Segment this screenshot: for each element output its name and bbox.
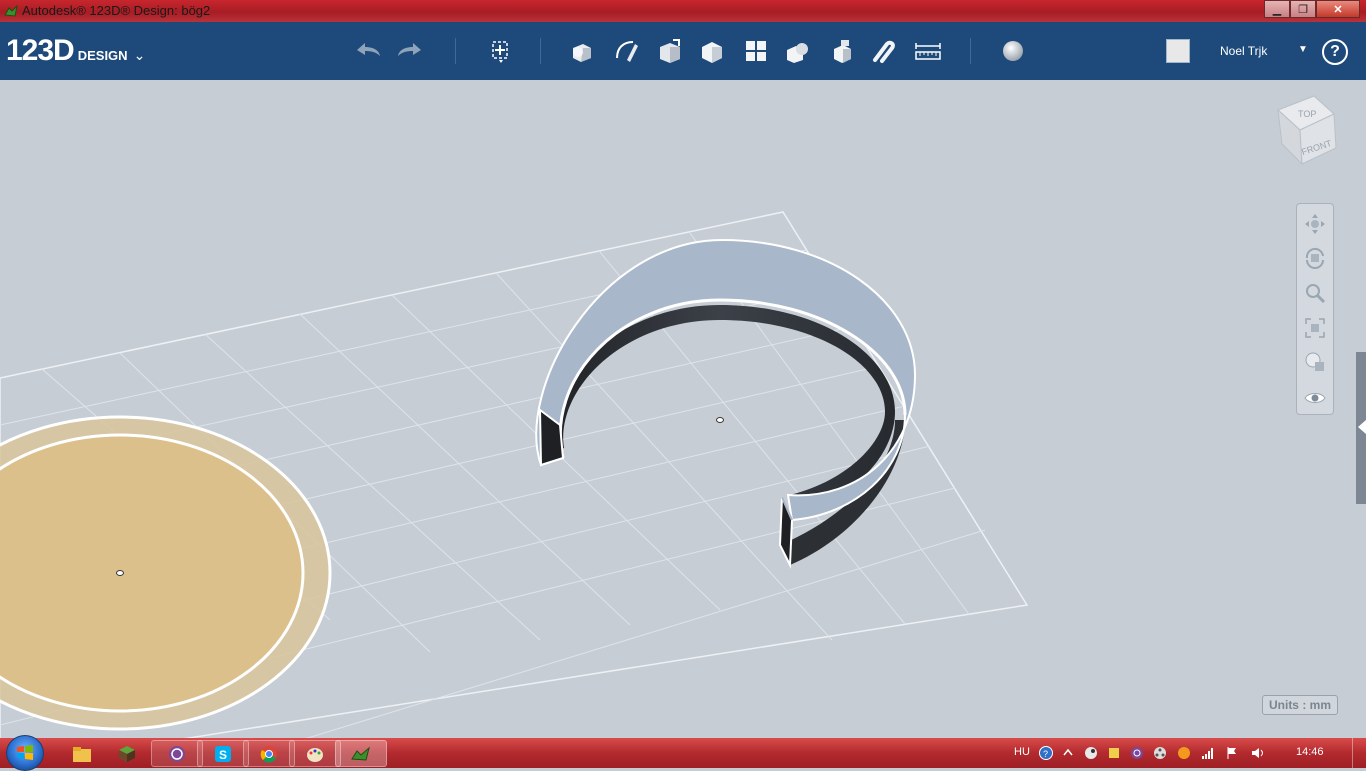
orange-app-icon[interactable]: [1176, 745, 1191, 760]
show-hidden-icons-icon[interactable]: [1060, 745, 1075, 760]
window-titlebar: Autodesk® 123D® Design: bög2 ▁ ❐ ✕: [0, 0, 1366, 22]
chevron-down-icon: ⌄: [133, 47, 146, 63]
flag-icon[interactable]: [1224, 745, 1239, 760]
show-desktop-button[interactable]: [1352, 738, 1366, 768]
clock[interactable]: 14:46: [1296, 746, 1324, 758]
redo-icon[interactable]: [394, 35, 426, 67]
selected-sketch-ellipse: [0, 415, 332, 731]
view-mode-icon[interactable]: [1301, 348, 1329, 376]
minecraft-icon[interactable]: [101, 740, 153, 767]
material-icon[interactable]: [997, 35, 1029, 67]
combine-icon[interactable]: [826, 35, 858, 67]
snap-icon[interactable]: [868, 35, 900, 67]
scene-canvas[interactable]: [0, 80, 1366, 738]
viewcube[interactable]: TOP FRONT: [1272, 92, 1340, 168]
tor-tray-icon[interactable]: [1129, 745, 1144, 760]
window-title: Autodesk® 123D® Design: bög2: [22, 3, 211, 18]
help-button[interactable]: ?: [1322, 39, 1348, 65]
network-hub-icon[interactable]: [1152, 745, 1167, 760]
tor-browser-icon[interactable]: [151, 740, 203, 767]
paint-icon[interactable]: [289, 740, 341, 767]
help-tray-icon[interactable]: ?: [1038, 745, 1053, 760]
language-indicator[interactable]: HU: [1014, 746, 1030, 758]
minimize-button[interactable]: ▁: [1264, 0, 1290, 18]
windows-taskbar: S HU ? 14:46: [0, 735, 1366, 771]
chrome-icon[interactable]: [243, 740, 295, 767]
measure-icon[interactable]: [912, 35, 944, 67]
user-name[interactable]: Noel Trjk: [1220, 44, 1267, 58]
minimize-icon: ▁: [1272, 3, 1282, 16]
app-menu-button[interactable]: 123D DESIGN ⌄: [6, 34, 145, 68]
windows-logo-icon: [17, 745, 33, 760]
maximize-button[interactable]: ❐: [1290, 0, 1316, 18]
transform-icon[interactable]: [484, 35, 516, 67]
svg-text:?: ?: [1043, 749, 1048, 759]
logo-main: 123D: [6, 34, 75, 67]
units-label: Units : mm: [1268, 698, 1331, 712]
fit-icon[interactable]: [1301, 314, 1329, 342]
svg-text:S: S: [219, 748, 227, 762]
123d-design-icon[interactable]: [335, 740, 387, 767]
viewcube-top-label: TOP: [1298, 109, 1316, 119]
c-ring-model: [535, 238, 917, 569]
pattern-icon[interactable]: [740, 35, 772, 67]
start-button[interactable]: [6, 735, 44, 771]
help-icon: ?: [1330, 43, 1340, 60]
units-indicator[interactable]: Units : mm: [1262, 695, 1338, 715]
construct-icon[interactable]: [654, 35, 686, 67]
close-icon: ✕: [1333, 3, 1343, 16]
user-dropdown-icon[interactable]: ▼: [1298, 44, 1308, 55]
pan-icon[interactable]: [1301, 210, 1329, 238]
app-icon: [4, 4, 18, 18]
skype-icon[interactable]: S: [197, 740, 249, 767]
close-button[interactable]: ✕: [1316, 0, 1360, 18]
steam-icon[interactable]: [1083, 745, 1098, 760]
zoom-icon[interactable]: [1301, 279, 1329, 307]
modify-icon[interactable]: [696, 35, 728, 67]
undo-icon[interactable]: [352, 35, 384, 67]
3d-viewport[interactable]: TOP FRONT Units : mm: [0, 80, 1366, 738]
logo-sub: DESIGN: [77, 48, 128, 63]
orbit-icon[interactable]: [1301, 244, 1329, 272]
app-toolbar: 123D DESIGN ⌄ Noel Trjk ▼ ?: [0, 22, 1366, 80]
maximize-icon: ❐: [1298, 3, 1308, 16]
avatar[interactable]: [1166, 39, 1190, 63]
sketch-icon[interactable]: [610, 35, 642, 67]
primitives-icon[interactable]: [566, 35, 598, 67]
chevron-left-icon[interactable]: [1358, 420, 1366, 434]
signal-icon[interactable]: [1200, 745, 1215, 760]
grouping-icon[interactable]: [782, 35, 814, 67]
onenote-icon[interactable]: [1106, 745, 1121, 760]
navigation-bar: [1296, 203, 1334, 415]
volume-icon[interactable]: [1250, 745, 1265, 760]
visibility-icon[interactable]: [1301, 384, 1329, 412]
